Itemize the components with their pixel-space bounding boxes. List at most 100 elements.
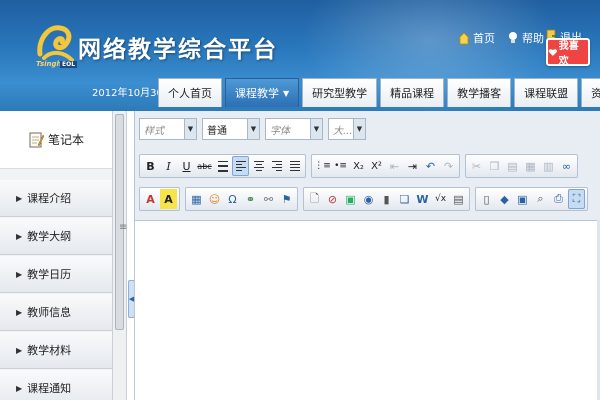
unordered-list-button[interactable]: •≡	[332, 156, 349, 176]
flash-icon: ⊘	[327, 192, 338, 206]
tab-label: 个人首页	[168, 87, 212, 100]
align-justify-button[interactable]	[286, 156, 303, 176]
align-right-button[interactable]	[268, 156, 285, 176]
redo-icon: ↷	[443, 159, 454, 173]
style-select[interactable]: 样式 ▼	[139, 118, 197, 140]
unlink-button[interactable]: ⚯	[260, 189, 277, 209]
size-select[interactable]: 大... ▼	[328, 118, 366, 140]
underline-button[interactable]: U	[178, 156, 195, 176]
tab-label: 研究型教学	[312, 87, 368, 100]
chevron-down-icon: ▼	[310, 119, 322, 139]
chevron-right-icon: ▶	[16, 345, 23, 355]
align-justify-icon	[289, 160, 300, 172]
align-left-icon	[235, 160, 246, 172]
copy-icon: ❐	[489, 159, 500, 173]
header: Tsinghua EOL 网络教学综合平台 首页 帮助 退出 我喜欢 201	[0, 0, 600, 111]
sidebar-item-materials[interactable]: ▶ 教学材料	[0, 332, 112, 369]
new-page-button[interactable]: ▯	[478, 189, 495, 209]
media-group: 🗋 ⊘ ▣ ◉ ▮ ❏ W √x ▤	[303, 187, 470, 211]
paste-button[interactable]: ▤	[504, 156, 521, 176]
format-select[interactable]: 普通 ▼	[202, 118, 260, 140]
home-link-label: 首页	[473, 32, 495, 45]
chevron-right-icon: ▶	[16, 231, 23, 241]
tab-research-teaching[interactable]: 研究型教学	[302, 78, 378, 107]
italic-button[interactable]: I	[160, 156, 177, 176]
print-button[interactable]: ⎙	[550, 189, 567, 209]
emoticon-button[interactable]: ☺	[206, 189, 223, 209]
horizontal-rule-button[interactable]	[214, 156, 231, 176]
preview-button[interactable]: ⌕	[532, 189, 549, 209]
sidebar-item-label: 教师信息	[27, 306, 72, 319]
help-link-label: 帮助	[522, 32, 544, 45]
tab-teaching-podcast[interactable]: 教学播客	[447, 78, 512, 107]
logo-text-right: EOL	[60, 61, 78, 68]
chevron-right-icon: ▶	[16, 269, 23, 279]
editor-content[interactable]	[135, 220, 597, 400]
word-button[interactable]: W	[414, 189, 431, 209]
strikethrough-button[interactable]: abc	[196, 156, 213, 176]
media-button[interactable]: ◉	[360, 189, 377, 209]
tab-course-alliance[interactable]: 课程联盟	[514, 78, 579, 107]
attachment-button[interactable]: 🗋	[306, 189, 323, 209]
table-button[interactable]: ▦	[188, 189, 205, 209]
notebook-button[interactable]: 笔记本	[0, 111, 112, 169]
tab-quality-courses[interactable]: 精品课程	[380, 78, 445, 107]
flash-button[interactable]: ⊘	[324, 189, 341, 209]
undo-button[interactable]: ↶	[422, 156, 439, 176]
binoculars-icon: ∞	[561, 159, 572, 173]
paste-word-button[interactable]: ▥	[540, 156, 557, 176]
tab-label: 课程联盟	[524, 87, 569, 100]
tools-group: ▯ ◆ ▣ ⌕ ⎙ ⛶	[475, 187, 588, 211]
indent-button[interactable]: ⇥	[404, 156, 421, 176]
sidebar-item-course-intro[interactable]: ▶ 课程介绍	[0, 180, 112, 217]
help-link[interactable]: 帮助	[507, 30, 544, 46]
sidebar-item-syllabus[interactable]: ▶ 教学大纲	[0, 218, 112, 255]
home-link[interactable]: 首页	[458, 30, 495, 46]
source-button[interactable]: ▣	[514, 189, 531, 209]
tab-personal-home[interactable]: 个人首页	[158, 78, 222, 107]
find-button[interactable]: ∞	[558, 156, 575, 176]
cut-button[interactable]: ✂	[468, 156, 485, 176]
document-button[interactable]: ▮	[378, 189, 395, 209]
copy-button[interactable]: ❐	[486, 156, 503, 176]
chevron-right-icon: ▶	[16, 307, 23, 317]
template-icon: ▤	[453, 192, 464, 206]
sidebar-scrollbar[interactable]	[113, 111, 127, 400]
link-button[interactable]: ⚭	[242, 189, 259, 209]
sidebar-item-calendar[interactable]: ▶ 教学日历	[0, 256, 112, 293]
favorite-button[interactable]: 我喜欢	[546, 38, 590, 67]
list-group: ⋮≡ •≡ X₂ X² ⇤ ⇥ ↶ ↷	[311, 154, 460, 178]
eraser-button[interactable]: ◆	[496, 189, 513, 209]
fullscreen-button[interactable]: ⛶	[568, 189, 585, 209]
align-left-button[interactable]	[232, 156, 249, 176]
tab-label: 课程教学	[235, 87, 279, 100]
table-icon: ▦	[191, 192, 202, 206]
template-button[interactable]: ▤	[450, 189, 467, 209]
background-color-button[interactable]: A	[160, 189, 177, 209]
special-char-button[interactable]: Ω	[224, 189, 241, 209]
superscript-button[interactable]: X²	[368, 156, 385, 176]
font-select[interactable]: 字体 ▼	[265, 118, 323, 140]
ordered-list-button[interactable]: ⋮≡	[314, 156, 331, 176]
subscript-button[interactable]: X₂	[350, 156, 367, 176]
code-button[interactable]: ❏	[396, 189, 413, 209]
tab-resource-center[interactable]: 资源中心	[581, 78, 600, 107]
paste-text-button[interactable]: ▦	[522, 156, 539, 176]
align-center-button[interactable]	[250, 156, 267, 176]
link-icon: ⚭	[245, 192, 256, 206]
redo-button[interactable]: ↷	[440, 156, 457, 176]
outdent-button[interactable]: ⇤	[386, 156, 403, 176]
highlight-icon: A	[164, 192, 173, 206]
code-icon: ❏	[399, 192, 410, 206]
sidebar-item-notices[interactable]: ▶ 课程通知	[0, 370, 112, 400]
formula-button[interactable]: √x	[432, 189, 449, 209]
font-color-button[interactable]: A	[142, 189, 159, 209]
sidebar-item-label: 课程介绍	[27, 192, 72, 205]
file-icon: 🗋	[310, 191, 319, 205]
sidebar-item-teacher-info[interactable]: ▶ 教师信息	[0, 294, 112, 331]
bold-button[interactable]: B	[142, 156, 159, 176]
tab-course-teaching[interactable]: 课程教学 ▼	[225, 78, 300, 107]
source-icon: ▣	[517, 192, 528, 206]
image-button[interactable]: ▣	[342, 189, 359, 209]
anchor-button[interactable]: ⚑	[278, 189, 295, 209]
